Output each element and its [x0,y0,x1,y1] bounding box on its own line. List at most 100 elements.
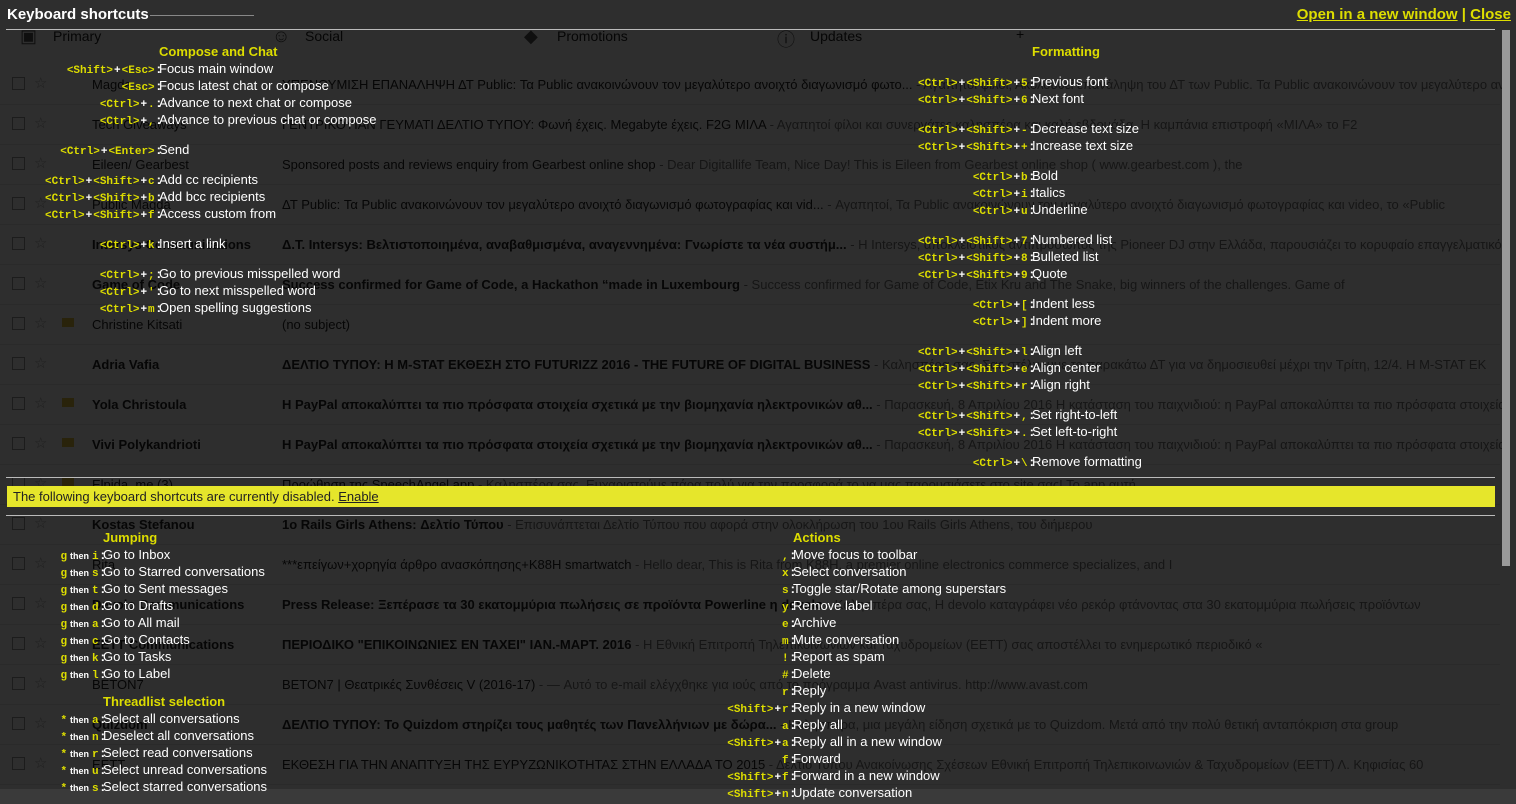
key-plus: + [1013,347,1021,359]
key-cap: g [60,602,68,614]
key-cap: , [782,551,789,563]
key-cap: i [92,551,99,563]
key-cap: a [782,721,789,733]
key-then: then [70,653,90,663]
key-plus: + [1013,172,1021,184]
shortcut-keys: <Ctrl>+m: [100,299,161,319]
key-cap: g [60,653,68,665]
key-cap: * [60,715,68,727]
shortcut-description: Select all conversations [103,711,240,726]
top-divider [6,29,1495,30]
shortcut-description: Report as spam [793,649,885,664]
key-plus: + [100,146,108,158]
key-cap: 6 [1021,95,1028,107]
shortcut-description: Focus main window [159,61,274,76]
key-cap: a [92,619,99,631]
open-new-window-link[interactable]: Open in a new window [1297,6,1458,23]
shortcut-keys: <Ctrl>+k: [100,235,161,255]
shortcut-row: <Ctrl>+[: Indent less [0,295,1095,312]
shortcut-row: <Ctrl>+<Shift>+9: Quote [0,265,1067,282]
key-cap: <Shift> [966,142,1013,154]
shortcut-description: Advance to previous chat or compose [159,112,377,127]
key-then: then [70,783,90,793]
key-plus: + [958,142,966,154]
shortcut-description: Delete [793,666,831,681]
shortcut-description: Go to Drafts [103,598,174,613]
shortcut-description: Go to Label [103,666,171,681]
shortcut-description: Advance to next chat or compose [159,95,352,110]
shortcut-keys: <Ctrl>+\: [973,453,1034,473]
key-cap: g [60,551,68,563]
key-cap: a [782,738,789,750]
key-then: then [70,619,90,629]
key-plus: + [958,347,966,359]
shortcut-description: Go to previous misspelled word [159,266,341,281]
enable-link[interactable]: Enable [338,489,378,504]
key-plus: + [1013,253,1021,265]
key-plus: + [140,304,148,316]
middle-divider [6,477,1495,478]
key-cap: . [148,99,155,111]
shortcut-description: Go to Starred conversations [103,564,265,579]
shortcut-description: Go to next misspelled word [159,283,316,298]
key-plus: + [958,95,966,107]
key-cap: u [92,766,99,778]
key-then: then [70,568,90,578]
shortcut-description: Set right-to-left [1032,407,1118,422]
key-plus: + [1013,142,1021,154]
key-then: then [70,551,90,561]
key-cap: <Ctrl> [99,240,140,252]
key-plus: + [1013,125,1021,137]
key-cap: <Ctrl> [45,210,85,222]
key-cap: <Ctrl> [918,270,958,282]
shortcut-keys: * then s: [60,778,105,798]
title-divider [150,15,254,16]
key-cap: <Ctrl> [972,206,1013,218]
key-cap: \ [1021,458,1028,470]
key-cap: l [92,670,99,682]
key-cap: , [1021,411,1028,423]
shortcut-row: <Ctrl>+<Shift>+l: Align left [0,342,1082,359]
shortcut-row: <Ctrl>+<Shift>+.: Set left-to-right [0,423,1117,440]
shortcut-keys: <Ctrl>+u: [973,201,1034,221]
shortcut-keys: <Ctrl>+<Shift>+.: [918,423,1034,443]
key-cap: <Esc> [121,82,155,94]
key-cap: f [782,772,789,784]
shortcut-row: <Ctrl>+b: Bold [0,167,1058,184]
shortcut-description: Add bcc recipients [159,189,266,204]
key-cap: , [148,116,155,128]
key-cap: <Ctrl> [918,78,958,90]
key-plus: + [85,210,93,222]
key-cap: <Shift> [966,270,1013,282]
key-cap: <Ctrl> [918,142,958,154]
key-plus: + [958,270,966,282]
key-cap: <Shift> [966,236,1013,248]
shortcut-description: Italics [1032,185,1066,200]
key-then: then [70,670,90,680]
key-cap: <Ctrl> [99,287,140,299]
key-cap: s [92,783,99,795]
key-cap: <Shift> [966,364,1013,376]
shortcut-description: Go to Sent messages [103,581,229,596]
shortcut-row: <Ctrl>+<Shift>+e: Align center [0,359,1101,376]
key-plus: + [958,78,966,90]
key-cap: g [60,568,68,580]
shortcut-description: Mute conversation [793,632,900,647]
shortcut-description: Access custom from [159,206,277,221]
overlay-scrollbar[interactable] [1502,30,1510,566]
shortcut-row: f: Forward [0,750,841,767]
close-link[interactable]: Close [1470,6,1511,23]
key-cap: <Shift> [66,65,114,77]
key-cap: <Shift> [966,428,1013,440]
key-cap: <Ctrl> [99,116,140,128]
disabled-notice-text: The following keyboard shortcuts are cur… [13,489,335,504]
key-cap: g [60,670,68,682]
key-plus: + [140,240,148,252]
shortcut-description: Align right [1032,377,1090,392]
shortcut-row: <Ctrl>+<Shift>+7: Numbered list [0,231,1112,248]
shortcut-description: Reply in a new window [793,700,926,715]
key-cap: <Ctrl> [972,317,1013,329]
shortcut-description: Indent less [1032,296,1095,311]
key-cap: <Ctrl> [972,300,1013,312]
key-cap: 5 [1021,78,1028,90]
